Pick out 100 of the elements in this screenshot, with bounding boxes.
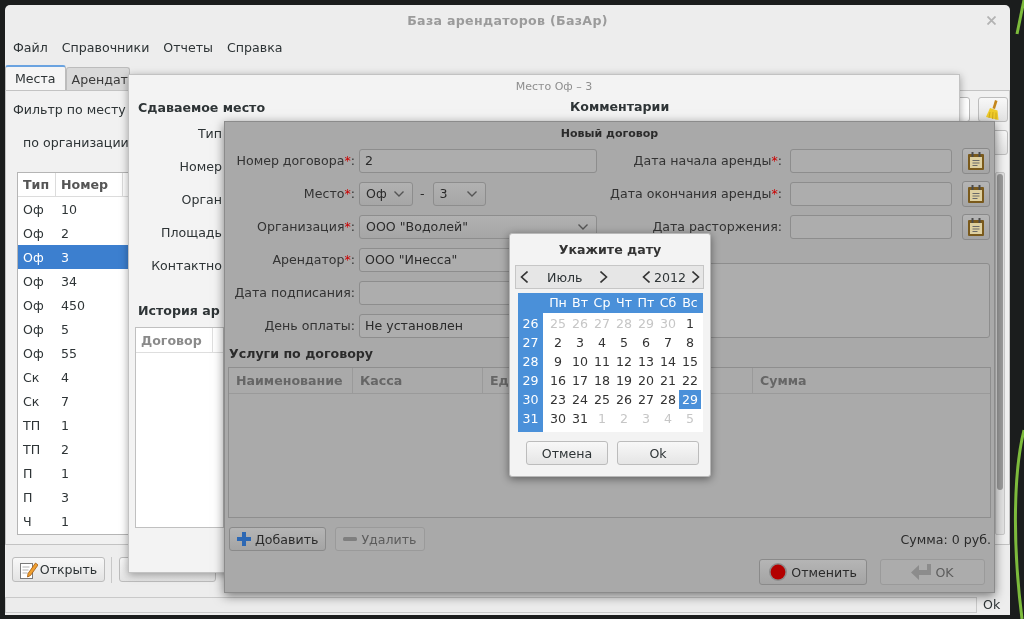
calendar-day[interactable]: 10 [569,352,591,371]
calendar-button[interactable] [962,147,990,174]
list-row[interactable]: Оф 3 [18,245,128,269]
calendar-day[interactable]: 30 [547,409,569,428]
calendar-day[interactable]: 21 [657,371,679,390]
week-number: 29 [521,372,540,390]
chevron-left-icon[interactable] [520,271,528,283]
field-label: Площадь [160,225,222,240]
calendar-day[interactable]: 17 [569,371,591,390]
table-cell-text: Оф [22,249,45,265]
calendar-day[interactable]: 19 [613,371,635,390]
calendar-day[interactable]: 23 [547,390,569,409]
calendar-day[interactable]: 9 [547,352,569,371]
menu-item[interactable]: Файл [13,40,48,55]
table-cell-text: 4 [60,369,70,385]
tab[interactable]: Места [5,65,66,90]
chevron-down-icon [578,223,588,230]
calendar-day[interactable]: 20 [635,371,657,390]
calendar-day[interactable]: 1 [679,314,701,333]
table-cell-text: Оф [22,273,45,289]
table-cell-text: 10 [60,201,79,217]
table-cell-text: 55 [60,345,79,361]
calendar-day[interactable]: 8 [679,333,701,352]
column-header[interactable]: Тип [18,173,56,196]
field-label: Контактно [150,258,222,273]
ok-button[interactable]: Ok [617,441,699,465]
status-text: Ok [983,597,1001,613]
add-button[interactable]: Добавить [229,527,327,551]
calendar-day[interactable]: 15 [679,352,701,371]
scrollbar[interactable] [995,172,1005,535]
table-cell-text: Оф [22,321,45,337]
menu-item[interactable]: Отчеты [163,40,214,55]
menu-item[interactable]: Справочники [61,40,150,55]
column-header[interactable]: Номер [56,173,123,196]
calendar-day[interactable]: 13 [635,352,657,371]
table-cell-text: П [22,489,34,505]
calendar-day[interactable]: 18 [591,371,613,390]
field-label: Орган [180,192,222,207]
calendar-icon [968,151,984,170]
calendar-day[interactable]: 28 [657,390,679,409]
table-cell-text: 34 [60,273,79,289]
calendar-day[interactable]: 7 [657,333,679,352]
calendar-button[interactable] [962,213,990,240]
close-icon[interactable] [987,15,996,25]
cancel-button[interactable]: Отменить [759,559,867,585]
calendar-icon [968,184,984,203]
cancel-button[interactable]: Отмена [526,441,608,465]
tab[interactable]: Арендат [65,67,130,90]
field-label: День оплаты: [263,318,355,333]
calendar-button[interactable] [962,180,990,207]
table-cell-text: Ск [22,369,41,385]
calendar-day[interactable]: 11 [591,352,613,371]
date-field[interactable] [790,214,952,239]
clear-filter-button[interactable] [978,97,1008,122]
table-cell-text: Оф [22,345,45,361]
calendar-day[interactable]: 12 [613,352,635,371]
dropdown[interactable]: 3 [432,181,486,206]
menu-item[interactable]: Справка [227,40,283,55]
input-field[interactable]: 2 [359,148,597,173]
week-number: 26 [521,315,540,333]
calendar-day[interactable]: 5 [613,333,635,352]
table-cell-text: 3 [60,489,70,505]
year-label: 2012 [653,269,686,285]
calendar-day[interactable]: 25 [591,390,613,409]
week-number: 30 [521,391,540,409]
field-label: Дата расторжения: [651,219,782,234]
calendar-day[interactable]: 22 [679,371,701,390]
month-label: Июль [547,269,583,285]
section-heading: Услуги по договору [229,344,374,363]
chevron-right-icon[interactable] [692,271,700,283]
calendar-day[interactable]: 24 [569,390,591,409]
chevron-right-icon[interactable] [599,271,608,283]
table-cell-text: 3 [60,249,70,265]
calendar-day[interactable]: 31 [569,409,591,428]
dialog-title: Место Оф – 3 [514,79,594,95]
window-title: База арендаторов (БазАр) [407,12,608,28]
calendar-day[interactable]: 6 [635,333,657,352]
chevron-left-icon[interactable] [641,271,650,283]
field-label: Номер [178,159,222,174]
weekday-label: Сб [658,294,678,312]
field-label: Дата окончания аренды*: [609,186,782,201]
minus-icon [343,537,358,541]
open-button[interactable]: Открыть [12,557,105,582]
field-label: Организация*: [256,219,355,234]
date-field[interactable] [790,181,952,206]
dropdown[interactable]: Оф [359,181,413,206]
table-cell-text: 2 [60,441,70,457]
table-cell-text: Ск [22,393,41,409]
dialog-title: Новый договор [559,125,660,142]
field-label: Дата подписания: [233,285,355,300]
separator: - [420,186,425,201]
calendar-day[interactable]: 14 [657,352,679,371]
dropdown[interactable]: ООО "Водолей" [359,214,597,239]
calendar-day[interactable]: 26 [613,390,635,409]
field-label: Дата начала аренды*: [632,153,782,168]
section-heading: Комментарии [570,98,670,115]
date-field[interactable] [790,148,952,173]
calendar-day[interactable]: 16 [547,371,569,390]
calendar-day[interactable]: 27 [635,390,657,409]
calendar-icon [968,217,984,236]
